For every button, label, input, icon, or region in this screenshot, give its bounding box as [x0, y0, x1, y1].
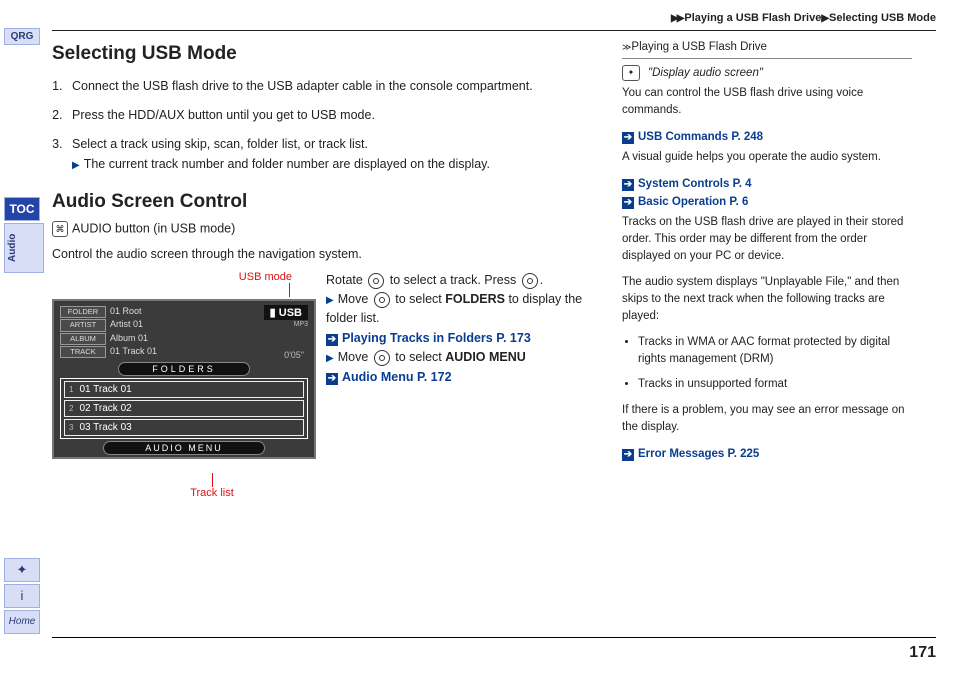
link-usb-commands[interactable]: ➔USB Commands P. 248 — [622, 129, 912, 146]
link-arrow-icon: ➔ — [622, 179, 634, 191]
annotation-usb-mode: USB mode — [52, 271, 312, 297]
footer-rule — [52, 637, 936, 638]
track-row-2: 202 Track 02 — [64, 400, 304, 417]
instruction-column: Rotate to select a track. Press . ▶Move … — [326, 271, 592, 499]
tab-qrg[interactable]: QRG — [4, 28, 40, 45]
screen-figure: USB mode FOLDER 01 Root ARTIST Artist 01 A… — [52, 271, 312, 499]
track-list: 101 Track 01 202 Track 02 303 Track 03 — [60, 378, 308, 439]
artist-label: ARTIST — [60, 319, 106, 331]
step-subnote: ▶The current track number and folder num… — [72, 157, 592, 171]
folder-value: 01 Root — [110, 306, 142, 316]
link-playing-tracks[interactable]: ➔Playing Tracks in Folders P. 173 — [326, 329, 592, 348]
instr-move-audiomenu: ▶Move to select AUDIO MENU — [326, 348, 592, 367]
sidebar-bullet-1: Tracks in WMA or AAC format protected by… — [638, 334, 912, 367]
instr-rotate: Rotate to select a track. Press . — [326, 271, 592, 290]
move-dial-icon — [374, 292, 390, 308]
breadcrumb-l2[interactable]: Selecting USB Mode — [829, 12, 936, 24]
sidebar-p3: Tracks on the USB flash drive are played… — [622, 214, 912, 264]
caption-line: ⌘AUDIO button (in USB mode) — [52, 221, 592, 237]
main-column: Selecting USB Mode Connect the USB flash… — [52, 39, 592, 499]
track-value: 01 Track 01 — [110, 346, 157, 356]
instr-move-folders: ▶Move to select FOLDERS to display the f… — [326, 290, 592, 328]
tab-toc[interactable]: TOC — [4, 197, 40, 221]
step-2: Press the HDD/AUX button until you get t… — [66, 106, 592, 125]
sidebar-bullet-2: Tracks in unsupported format — [638, 376, 912, 393]
step-3: Select a track using skip, scan, folder … — [66, 135, 592, 154]
sidebar-p1: You can control the USB flash drive usin… — [622, 85, 912, 118]
link-arrow-icon: ➔ — [622, 449, 634, 461]
press-dial-icon — [522, 273, 538, 289]
info-icon[interactable]: i — [4, 584, 40, 608]
triangle-icon: ▶ — [72, 160, 80, 171]
link-error-messages[interactable]: ➔Error Messages P. 225 — [622, 446, 912, 463]
sidebar-voice-line: ✦"Display audio screen" — [622, 65, 912, 82]
link-arrow-icon: ➔ — [326, 373, 338, 385]
rotary-dial-icon — [368, 273, 384, 289]
body-description: Control the audio screen through the nav… — [52, 247, 592, 261]
link-audio-menu[interactable]: ➔Audio Menu P. 172 — [326, 368, 592, 387]
track-label-box: TRACK — [60, 346, 106, 358]
link-arrow-icon: ➔ — [326, 334, 338, 346]
annotation-track-list: Track list — [52, 473, 312, 499]
voice-command-icon: ✦ — [622, 65, 640, 81]
step-1: Connect the USB flash drive to the USB a… — [66, 77, 592, 96]
sidebar-p5: If there is a problem, you may see an er… — [622, 402, 912, 435]
link-arrow-icon: ➔ — [622, 197, 634, 209]
sidebar-p2: A visual guide helps you operate the aud… — [622, 149, 912, 166]
link-arrow-icon: ➔ — [622, 132, 634, 144]
folder-label: FOLDER — [60, 306, 106, 318]
breadcrumb: ▶▶Playing a USB Flash Drive▶Selecting US… — [52, 10, 936, 30]
nav-screen-mockup: FOLDER 01 Root ARTIST Artist 01 ALBUM Album… — [52, 299, 316, 459]
usb-indicator: ▮ USB MP3 — [264, 305, 308, 328]
artist-value: Artist 01 — [110, 319, 143, 329]
link-basic-operation[interactable]: ➔Basic Operation P. 6 — [622, 194, 912, 211]
sidebar-bullets: Tracks in WMA or AAC format protected by… — [638, 334, 912, 392]
heading-audio-screen-control: Audio Screen Control — [52, 191, 592, 213]
sidebar-rule — [622, 58, 912, 59]
tab-section-audio[interactable]: Audio — [4, 223, 44, 273]
album-label: ALBUM — [60, 333, 106, 345]
button-press-icon: ⌘ — [52, 221, 68, 237]
audio-menu-pill: AUDIO MENU — [103, 441, 265, 455]
folders-pill: FOLDERS — [118, 362, 250, 376]
move-dial-icon — [374, 350, 390, 366]
sidebar-column: ≫Playing a USB Flash Drive ✦"Display aud… — [622, 39, 912, 499]
sidebar-heading: ≫Playing a USB Flash Drive — [622, 39, 912, 56]
link-system-controls[interactable]: ➔System Controls P. 4 — [622, 176, 912, 193]
sidebar-glyph: ≫ — [622, 42, 629, 52]
top-rule — [52, 30, 936, 31]
breadcrumb-glyph: ▶▶ — [671, 13, 682, 24]
track-row-1: 101 Track 01 — [64, 381, 304, 398]
track-row-3: 303 Track 03 — [64, 419, 304, 436]
voice-icon[interactable]: ✦ — [4, 558, 40, 582]
steps-list: Connect the USB flash drive to the USB a… — [52, 77, 592, 153]
page-number: 171 — [909, 644, 936, 662]
triangle-icon: ▶ — [326, 295, 334, 306]
sidebar-p4: The audio system displays "Unplayable Fi… — [622, 274, 912, 324]
triangle-icon: ▶ — [326, 353, 334, 364]
breadcrumb-l1[interactable]: Playing a USB Flash Drive — [684, 12, 821, 24]
album-value: Album 01 — [110, 333, 148, 343]
home-icon[interactable]: Home — [4, 610, 40, 634]
heading-selecting-usb-mode: Selecting USB Mode — [52, 43, 592, 65]
